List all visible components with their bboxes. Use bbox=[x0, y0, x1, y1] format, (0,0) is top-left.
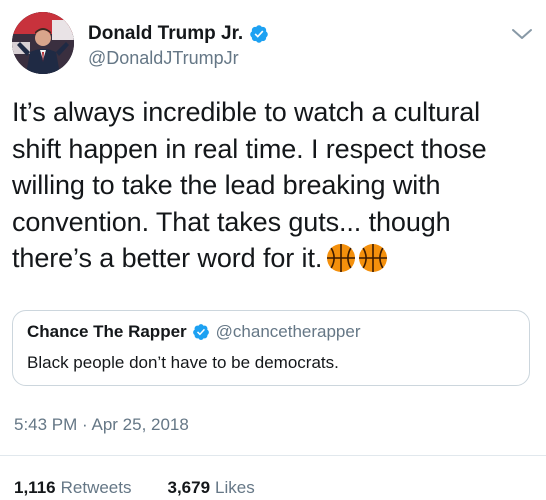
retweets-stat[interactable]: 1,116 Retweets bbox=[14, 478, 131, 498]
quoted-handle: @chancetherapper bbox=[215, 322, 361, 341]
author-display-name[interactable]: Donald Trump Jr. bbox=[88, 23, 243, 45]
tweet-timestamp[interactable]: 5:43 PM · Apr 25, 2018 bbox=[14, 415, 189, 435]
tweet-stats: 1,116 Retweets 3,679 Likes bbox=[14, 478, 291, 498]
likes-count: 3,679 bbox=[167, 478, 211, 497]
tweet-container: Donald Trump Jr. @DonaldJTrumpJr It’s al… bbox=[0, 0, 546, 500]
tweet-text: It’s always incredible to watch a cultur… bbox=[12, 97, 487, 273]
retweets-label: Retweets bbox=[60, 478, 132, 497]
basketball-icon bbox=[358, 243, 388, 273]
avatar[interactable] bbox=[12, 12, 74, 74]
tweet-text-block: It’s always incredible to watch a cultur… bbox=[12, 94, 532, 283]
likes-stat[interactable]: 3,679 Likes bbox=[167, 478, 254, 498]
quoted-tweet-text: Black people don’t have to be democrats. bbox=[27, 353, 339, 372]
emoji-group bbox=[326, 243, 390, 283]
quoted-display-name: Chance The Rapper bbox=[27, 322, 187, 341]
likes-label: Likes bbox=[215, 478, 255, 497]
author-name-row[interactable]: Donald Trump Jr. bbox=[88, 22, 269, 46]
basketball-icon bbox=[326, 243, 356, 273]
chevron-down-icon[interactable] bbox=[510, 24, 534, 44]
divider bbox=[0, 455, 546, 456]
retweets-count: 1,116 bbox=[14, 478, 56, 497]
author-handle[interactable]: @DonaldJTrumpJr bbox=[88, 48, 239, 69]
quoted-author-row: Chance The Rapper @chancetherapper bbox=[27, 322, 361, 342]
verified-badge-icon bbox=[192, 323, 210, 341]
verified-badge-icon bbox=[249, 24, 269, 44]
quoted-tweet-card[interactable]: Chance The Rapper @chancetherapper Black… bbox=[12, 310, 530, 386]
